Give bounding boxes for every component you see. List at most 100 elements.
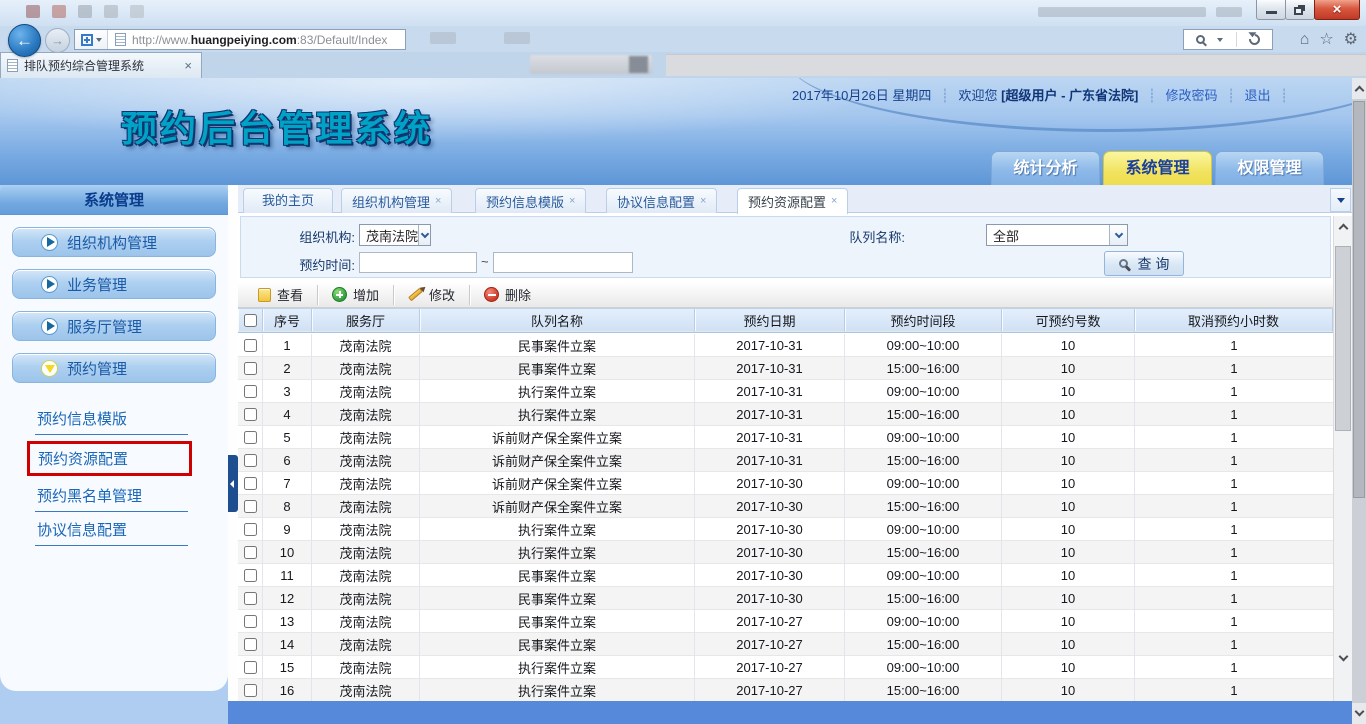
content-scrollbar[interactable] <box>1333 216 1352 701</box>
time-from-input[interactable] <box>359 252 477 273</box>
settings-gear-icon[interactable]: ⚙ <box>1344 29 1358 50</box>
table-row[interactable]: 7 茂南法院 诉前财产保全案件立案 2017-10-30 09:00~10:00… <box>238 472 1333 495</box>
browser-scrollbar[interactable] <box>1352 78 1366 724</box>
delete-button[interactable]: 删除 <box>469 285 545 305</box>
scroll-down-button[interactable] <box>1334 648 1352 668</box>
cell-hall: 茂南法院 <box>312 495 420 518</box>
refresh-icon[interactable] <box>1247 32 1262 47</box>
table-row[interactable]: 12 茂南法院 民事案件立案 2017-10-30 15:00~16:00 10… <box>238 587 1333 610</box>
tab-close-icon[interactable]: × <box>181 58 195 73</box>
row-checkbox[interactable] <box>244 546 257 559</box>
sidebar-item-reservation-management[interactable]: 预约管理 <box>12 353 216 383</box>
table-row[interactable]: 11 茂南法院 民事案件立案 2017-10-30 09:00~10:00 10… <box>238 564 1333 587</box>
search-dropdown-icon[interactable] <box>1217 38 1223 42</box>
logout-link[interactable]: 退出 <box>1245 88 1271 103</box>
restore-button[interactable] <box>1285 0 1315 20</box>
queue-select[interactable]: 全部 <box>986 224 1128 246</box>
select-all-checkbox[interactable] <box>244 314 257 327</box>
screen: × ← → http://www.huangpeiying.com:83/Def… <box>0 0 1366 724</box>
row-checkbox[interactable] <box>244 661 257 674</box>
row-checkbox[interactable] <box>244 615 257 628</box>
table-row[interactable]: 6 茂南法院 诉前财产保全案件立案 2017-10-31 15:00~16:00… <box>238 449 1333 472</box>
row-checkbox[interactable] <box>244 592 257 605</box>
sidebar-item-business-management[interactable]: 业务管理 <box>12 269 216 299</box>
row-checkbox[interactable] <box>244 431 257 444</box>
back-button[interactable]: ← <box>8 24 41 57</box>
add-button[interactable]: 增加 <box>317 285 393 305</box>
scrollbar-thumb[interactable] <box>1353 101 1365 498</box>
minimize-button[interactable] <box>1256 0 1286 20</box>
edit-button[interactable]: 修改 <box>393 285 469 305</box>
nav-permission-management[interactable]: 权限管理 <box>1215 151 1324 185</box>
tab-my-home[interactable]: 我的主页 <box>243 188 333 213</box>
row-checkbox[interactable] <box>244 454 257 467</box>
table-row[interactable]: 3 茂南法院 执行案件立案 2017-10-31 09:00~10:00 10 … <box>238 380 1333 403</box>
submenu-reservation-resource-config[interactable]: 预约资源配置 <box>27 441 192 476</box>
cell-available-count: 10 <box>1002 679 1135 702</box>
table-row[interactable]: 16 茂南法院 执行案件立案 2017-10-27 15:00~16:00 10… <box>238 679 1333 702</box>
forward-button[interactable]: → <box>45 28 70 53</box>
tab-close-icon[interactable]: × <box>700 195 706 207</box>
table-row[interactable]: 2 茂南法院 民事案件立案 2017-10-31 15:00~16:00 10 … <box>238 357 1333 380</box>
tab-agreement-info-config[interactable]: 协议信息配置× <box>606 188 717 213</box>
view-button[interactable]: 查看 <box>244 285 317 305</box>
scrollbar-thumb[interactable] <box>1335 246 1351 431</box>
compatibility-view-button[interactable] <box>75 30 108 49</box>
cell-date: 2017-10-30 <box>695 495 845 518</box>
home-icon[interactable]: ⌂ <box>1300 29 1310 50</box>
row-checkbox[interactable] <box>244 500 257 513</box>
tab-close-icon[interactable]: × <box>831 195 837 207</box>
table-row[interactable]: 14 茂南法院 民事案件立案 2017-10-27 15:00~16:00 10… <box>238 633 1333 656</box>
submenu-agreement-info-config[interactable]: 协议信息配置 <box>35 515 188 546</box>
nav-system-management[interactable]: 系统管理 <box>1103 151 1212 185</box>
select-arrow-icon[interactable] <box>418 225 430 245</box>
row-checkbox[interactable] <box>244 477 257 490</box>
close-button[interactable]: × <box>1314 0 1360 20</box>
sidebar-collapse-handle[interactable] <box>228 455 238 512</box>
browser-titlebar: × <box>0 0 1366 26</box>
row-checkbox[interactable] <box>244 684 257 697</box>
tab-overflow-button[interactable] <box>1330 188 1351 212</box>
delete-icon <box>484 287 499 302</box>
favorites-star-icon[interactable]: ☆ <box>1319 29 1333 50</box>
row-checkbox[interactable] <box>244 569 257 582</box>
row-checkbox[interactable] <box>244 339 257 352</box>
tab-close-icon[interactable]: × <box>435 195 441 207</box>
table-row[interactable]: 15 茂南法院 执行案件立案 2017-10-27 09:00~10:00 10… <box>238 656 1333 679</box>
table-row[interactable]: 13 茂南法院 民事案件立案 2017-10-27 09:00~10:00 10… <box>238 610 1333 633</box>
table-row[interactable]: 1 茂南法院 民事案件立案 2017-10-31 09:00~10:00 10 … <box>238 334 1333 357</box>
tab-reservation-resource-config[interactable]: 预约资源配置× <box>737 188 848 214</box>
cell-hall: 茂南法院 <box>312 564 420 587</box>
submenu-reservation-info-template[interactable]: 预约信息模版 <box>35 404 188 435</box>
tab-org-management[interactable]: 组织机构管理× <box>341 188 452 213</box>
row-checkbox[interactable] <box>244 638 257 651</box>
table-row[interactable]: 9 茂南法院 执行案件立案 2017-10-30 09:00~10:00 10 … <box>238 518 1333 541</box>
url-field[interactable]: http://www.huangpeiying.com:83/Default/I… <box>74 29 406 50</box>
row-checkbox[interactable] <box>244 408 257 421</box>
table-row[interactable]: 8 茂南法院 诉前财产保全案件立案 2017-10-30 15:00~16:00… <box>238 495 1333 518</box>
search-icon[interactable] <box>1196 35 1205 44</box>
search-button[interactable]: 查 询 <box>1104 251 1184 276</box>
row-checkbox[interactable] <box>244 523 257 536</box>
org-select[interactable]: 茂南法院 <box>359 224 431 246</box>
time-to-input[interactable] <box>493 252 633 273</box>
row-checkbox[interactable] <box>244 385 257 398</box>
row-checkbox-cell <box>238 495 263 518</box>
change-password-link[interactable]: 修改密码 <box>1165 88 1217 103</box>
table-row[interactable]: 5 茂南法院 诉前财产保全案件立案 2017-10-31 09:00~10:00… <box>238 426 1333 449</box>
scroll-up-button[interactable] <box>1352 78 1366 99</box>
scroll-down-button[interactable] <box>1352 703 1366 724</box>
table-row[interactable]: 10 茂南法院 执行案件立案 2017-10-30 15:00~16:00 10… <box>238 541 1333 564</box>
tab-reservation-info-template[interactable]: 预约信息模版× <box>475 188 586 213</box>
sidebar-item-hall-management[interactable]: 服务厅管理 <box>12 311 216 341</box>
cell-seq: 15 <box>263 656 312 679</box>
tab-close-icon[interactable]: × <box>569 195 575 207</box>
table-row[interactable]: 4 茂南法院 执行案件立案 2017-10-31 15:00~16:00 10 … <box>238 403 1333 426</box>
scroll-up-button[interactable] <box>1334 216 1352 236</box>
row-checkbox[interactable] <box>244 362 257 375</box>
select-arrow-icon[interactable] <box>1109 225 1127 245</box>
nav-statistics[interactable]: 统计分析 <box>991 151 1100 185</box>
submenu-reservation-blacklist[interactable]: 预约黑名单管理 <box>35 481 188 512</box>
sidebar-item-org-management[interactable]: 组织机构管理 <box>12 227 216 257</box>
col-available-count: 可预约号数 <box>1002 309 1135 332</box>
